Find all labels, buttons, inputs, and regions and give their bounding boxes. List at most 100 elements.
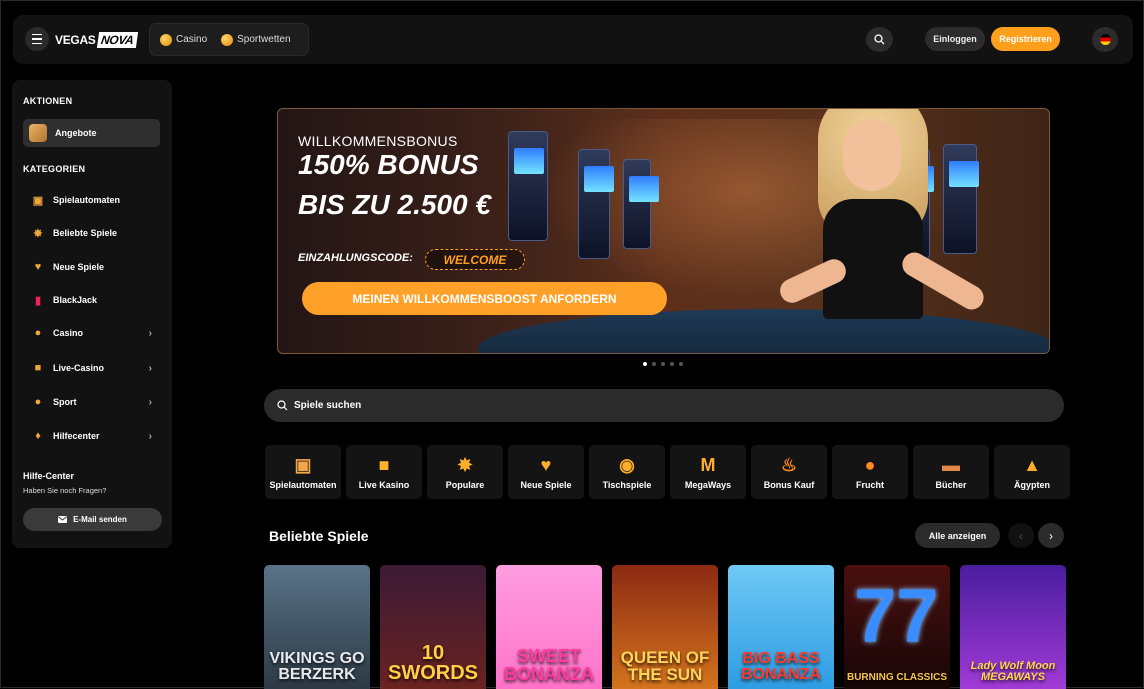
app-frame: VEGAS NOVA Casino Sportwetten Einloggen … [0,0,1144,689]
slot-machine-image [578,149,614,259]
heart-icon: ♥ [34,261,42,273]
category-megaways[interactable]: M MegaWays [670,445,746,499]
chevron-right-icon: › [148,327,152,339]
sidebar-item-offers[interactable]: Angebote [23,119,160,147]
category-frucht[interactable]: ● Frucht [832,445,908,499]
game-card[interactable]: Lady Wolf Moon MEGAWAYS [960,565,1066,689]
sidebar-item-label: Sport [53,397,77,407]
site-logo[interactable]: VEGAS NOVA [55,31,138,49]
popular-games-list: VIKINGS GO BERZERK 10 SWORDS SWEET BONAN… [264,565,1066,689]
actions-section-title: AKTIONEN [23,96,73,106]
chevron-right-icon: › [148,362,152,374]
header-search-button[interactable] [866,27,893,52]
game-title: BIG BASS BONANZA [741,650,821,683]
chevron-right-icon[interactable]: › [1038,523,1064,548]
sidebar-item-label: Spielautomaten [53,195,121,205]
star-icon: ✸ [457,454,473,475]
game-search-input[interactable]: Spiele suchen [264,389,1064,422]
ball-icon: ● [34,396,42,408]
help-center-title: Hilfe-Center [23,471,75,481]
search-icon [277,400,288,411]
banner-headline-1: 150% BONUS [298,149,479,180]
category-aegypten[interactable]: ▲ Ägypten [994,445,1070,499]
category-label: MegaWays [684,480,732,490]
banner-headline-2: BIS ZU 2.500 € [298,189,491,220]
chevron-right-icon: › [148,396,152,408]
fruit-icon: ● [864,454,876,475]
category-label: Bonus Kauf [763,480,815,490]
sidebar-item-blackjack[interactable]: ▮ BlackJack [23,288,160,312]
chevron-right-icon: › [148,430,152,442]
claim-bonus-button[interactable]: MEINEN WILLKOMMENSBOOST ANFORDERN [302,282,667,315]
category-bonus-kauf[interactable]: ♨ Bonus Kauf [751,445,827,499]
game-title: BURNING CLASSICS [846,672,947,683]
category-label: Populare [445,480,485,490]
offers-label: Angebote [55,128,97,138]
sidebar-item-hilfecenter[interactable]: ♦ Hilfecenter › [23,424,160,448]
chevron-left-icon[interactable]: ‹ [1008,523,1034,548]
carousel-dots [643,362,683,366]
pyramid-icon: ▲ [1023,454,1041,475]
heart-icon: ♥ [540,454,552,475]
sidebar-item-neue-spiele[interactable]: ♥ Neue Spiele [23,255,160,279]
game-card[interactable]: SWEET BONANZA [496,565,602,689]
category-populare[interactable]: ✸ Populare [427,445,503,499]
category-label: Tischspiele [602,480,652,490]
category-neue-spiele[interactable]: ♥ Neue Spiele [508,445,584,499]
help-center-subtitle: Haben Sie noch Fragen? [23,486,107,495]
category-label: Spielautomaten [269,480,337,490]
login-button[interactable]: Einloggen [925,27,985,51]
game-card[interactable]: 77 BURNING CLASSICS [844,565,950,689]
slot-machine-image [623,159,659,249]
gift-icon [29,124,47,142]
carousel-dot[interactable] [661,362,665,366]
game-card[interactable]: QUEEN OF THE SUN [612,565,718,689]
sidebar-item-live-casino[interactable]: ■ Live-Casino › [23,356,160,380]
register-button[interactable]: Registrieren [991,27,1060,51]
slot-icon: ▣ [294,454,312,475]
tab-sportwetten-label: Sportwetten [237,34,291,45]
banner-pretitle: WILLKOMMENSBONUS [298,133,458,149]
category-spielautomaten[interactable]: ▣ Spielautomaten [265,445,341,499]
sidebar-item-beliebte-spiele[interactable]: ✸ Beliebte Spiele [23,221,160,245]
carousel-dot[interactable] [643,362,647,366]
top-header: VEGAS NOVA Casino Sportwetten Einloggen … [13,15,1133,64]
category-buecher[interactable]: ▬ Bücher [913,445,989,499]
category-live-kasino[interactable]: ■ Live Kasino [346,445,422,499]
logo-text-right: NOVA [96,32,138,48]
slot-icon: ▣ [32,194,44,207]
tab-casino[interactable]: Casino [160,33,207,46]
carousel-dot[interactable] [670,362,674,366]
fire-icon: ♨ [780,454,798,475]
megaways-icon: M [700,454,716,475]
main-nav-tabs: Casino Sportwetten [149,23,309,56]
show-all-button[interactable]: Alle anzeigen [915,523,1000,548]
sidebar-item-spielautomaten[interactable]: ▣ Spielautomaten [23,188,160,212]
tab-sportwetten[interactable]: Sportwetten [221,33,291,46]
game-card[interactable]: 10 SWORDS [380,565,486,689]
mail-icon [58,516,68,523]
language-selector[interactable] [1092,27,1118,52]
popular-games-title: Beliebte Spiele [269,528,369,544]
game-title: VIKINGS GO BERZERK [269,650,365,683]
sidebar-item-label: Neue Spiele [53,262,105,272]
sidebar-item-label: Casino [53,328,84,338]
logo-text-left: VEGAS [55,33,96,47]
chip-icon: ◉ [619,454,635,475]
sidebar-item-casino[interactable]: ● Casino › [23,321,160,345]
promo-banner[interactable]: WILLKOMMENSBONUS 150% BONUS BIS ZU 2.500… [277,108,1050,354]
sidebar-item-sport[interactable]: ● Sport › [23,390,160,414]
sidebar-item-label: Live-Casino [53,363,105,373]
category-tischspiele[interactable]: ◉ Tischspiele [589,445,665,499]
game-card[interactable]: VIKINGS GO BERZERK [264,565,370,689]
send-email-button[interactable]: E-Mail senden [23,508,162,531]
game-title: 10 SWORDS [388,642,478,684]
carousel-dot[interactable] [679,362,683,366]
categories-section-title: KATEGORIEN [23,164,86,174]
menu-icon[interactable] [25,27,49,51]
carousel-dot[interactable] [652,362,656,366]
deposit-code-badge[interactable]: WELCOME [425,249,525,270]
game-card[interactable]: BIG BASS BONANZA [728,565,834,689]
game-category-row: ▣ Spielautomaten ■ Live Kasino ✸ Populare ♥… [265,445,1070,499]
send-email-label: E-Mail senden [73,515,127,524]
